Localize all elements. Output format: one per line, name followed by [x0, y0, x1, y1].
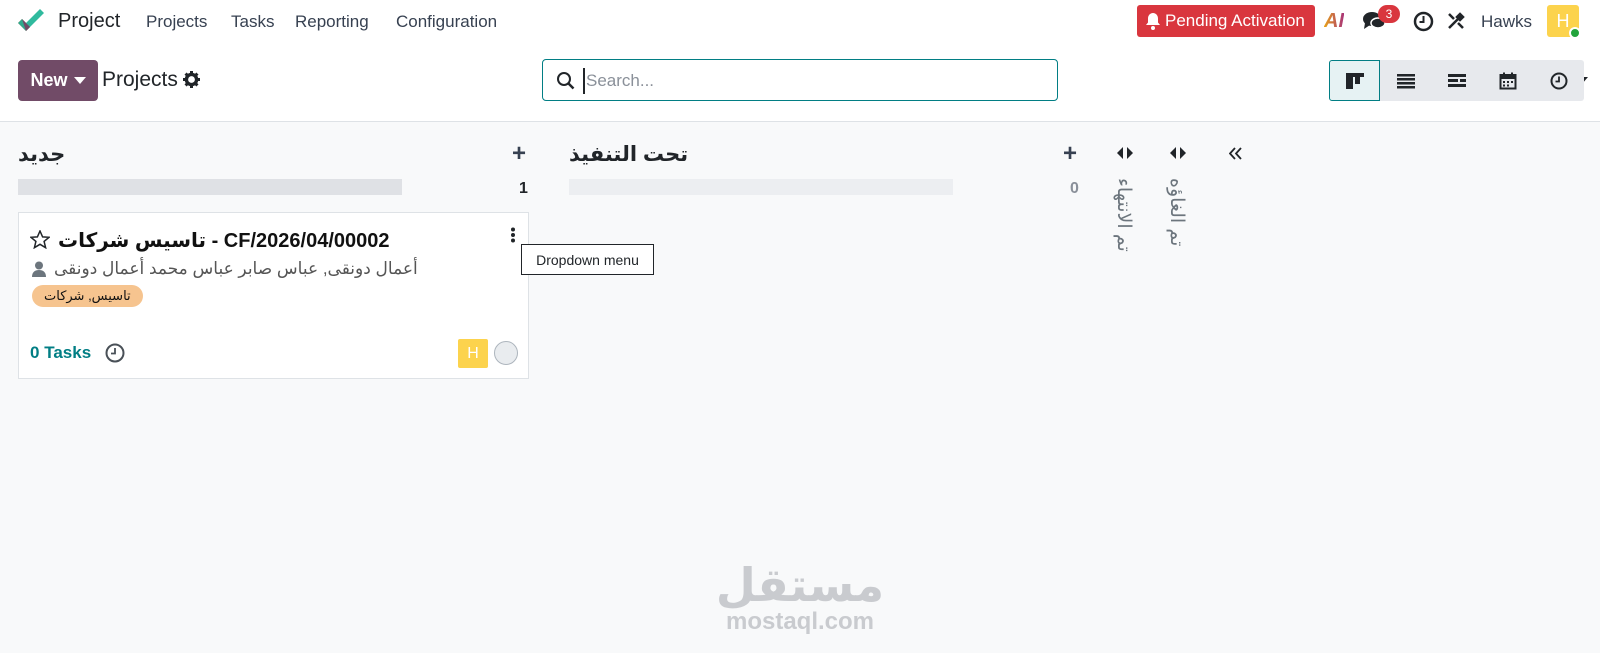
- breadcrumb: Projects: [102, 68, 178, 91]
- activity-clock-icon[interactable]: [105, 343, 125, 363]
- folded-column-cancelled[interactable]: تم الغاؤه: [1165, 178, 1187, 246]
- collapse-all-icon[interactable]: [1229, 147, 1242, 160]
- new-button-label: New: [30, 70, 68, 90]
- column-progress-bar-in-progress[interactable]: [569, 179, 953, 195]
- message-count-badge: 3: [1378, 5, 1400, 23]
- project-tag: تاسيس, شركات: [32, 285, 143, 307]
- tasks-link[interactable]: 0 Tasks: [30, 343, 91, 363]
- project-app-logo[interactable]: [16, 7, 46, 37]
- user-icon: [32, 261, 46, 277]
- status-circle[interactable]: [494, 341, 518, 365]
- user-name[interactable]: Hawks: [1481, 12, 1532, 32]
- calendar-icon: [1499, 72, 1516, 89]
- project-partner: أعمال دونقى, عباس صابر عباس محمد أعمال د…: [54, 259, 418, 278]
- gantt-icon: [1447, 73, 1466, 87]
- caret-down-icon: [73, 76, 86, 84]
- activity-view-button[interactable]: [1533, 60, 1584, 101]
- debug-tools-icon[interactable]: [1446, 11, 1466, 31]
- new-button[interactable]: New: [18, 60, 98, 101]
- list-view-button[interactable]: [1380, 60, 1431, 101]
- ai-label: AI: [1324, 10, 1344, 32]
- column-progress-bar-new[interactable]: [18, 179, 402, 195]
- pending-activation-button[interactable]: Pending Activation: [1137, 5, 1315, 37]
- gantt-view-button[interactable]: [1431, 60, 1482, 101]
- search-icon: [557, 72, 575, 90]
- column-title-in-progress: تحت التنفيذ: [569, 143, 689, 166]
- search-bar: [542, 59, 1588, 101]
- tooltip: Dropdown menu: [521, 244, 654, 275]
- calendar-view-button[interactable]: [1482, 60, 1533, 101]
- bell-icon: [1146, 13, 1160, 30]
- watermark-latin: mostaql.com: [725, 608, 875, 635]
- add-card-button-new[interactable]: +: [512, 140, 526, 168]
- unfold-column-icon[interactable]: [1169, 146, 1187, 160]
- watermark: مستقل mostaql.com: [714, 562, 886, 636]
- control-panel: New Projects: [0, 44, 1600, 122]
- menu-configuration[interactable]: Configuration: [396, 12, 497, 32]
- unfold-column-icon[interactable]: [1116, 146, 1134, 160]
- kanban-view-button[interactable]: [1329, 60, 1380, 101]
- online-status-dot: [1569, 27, 1581, 39]
- star-icon[interactable]: [30, 230, 50, 249]
- folded-column-done[interactable]: تم الانتهاء: [1112, 178, 1134, 252]
- watermark-arabic: مستقل: [715, 559, 885, 611]
- list-icon: [1396, 73, 1415, 88]
- clock-icon: [1550, 72, 1567, 89]
- top-navbar: Project Projects Tasks Reporting Configu…: [0, 0, 1600, 44]
- column-count-in-progress: 0: [1070, 180, 1079, 197]
- project-title: تاسيس شركات - CF/2026/04/00002: [58, 230, 390, 252]
- tasks-label: Tasks: [44, 343, 92, 362]
- project-card[interactable]: تاسيس شركات - CF/2026/04/00002 أعمال دون…: [18, 212, 529, 379]
- tasks-count: 0: [30, 343, 40, 362]
- search-input[interactable]: [583, 68, 1003, 94]
- view-switcher: [1329, 60, 1584, 101]
- menu-projects[interactable]: Projects: [146, 12, 207, 32]
- ai-icon[interactable]: AI: [1324, 10, 1344, 33]
- menu-reporting[interactable]: Reporting: [295, 12, 369, 32]
- column-count-new: 1: [519, 180, 528, 197]
- assignee-avatar[interactable]: H: [458, 339, 488, 368]
- kebab-menu-icon[interactable]: [509, 227, 517, 243]
- gear-icon[interactable]: [183, 71, 200, 88]
- add-card-button-in-progress[interactable]: +: [1063, 140, 1077, 168]
- activity-clock-icon[interactable]: [1413, 11, 1434, 32]
- app-name[interactable]: Project: [58, 10, 120, 33]
- pending-activation-label: Pending Activation: [1165, 11, 1305, 30]
- kanban-icon: [1345, 72, 1364, 89]
- menu-tasks[interactable]: Tasks: [231, 12, 274, 32]
- column-title-new: جديد: [18, 143, 66, 166]
